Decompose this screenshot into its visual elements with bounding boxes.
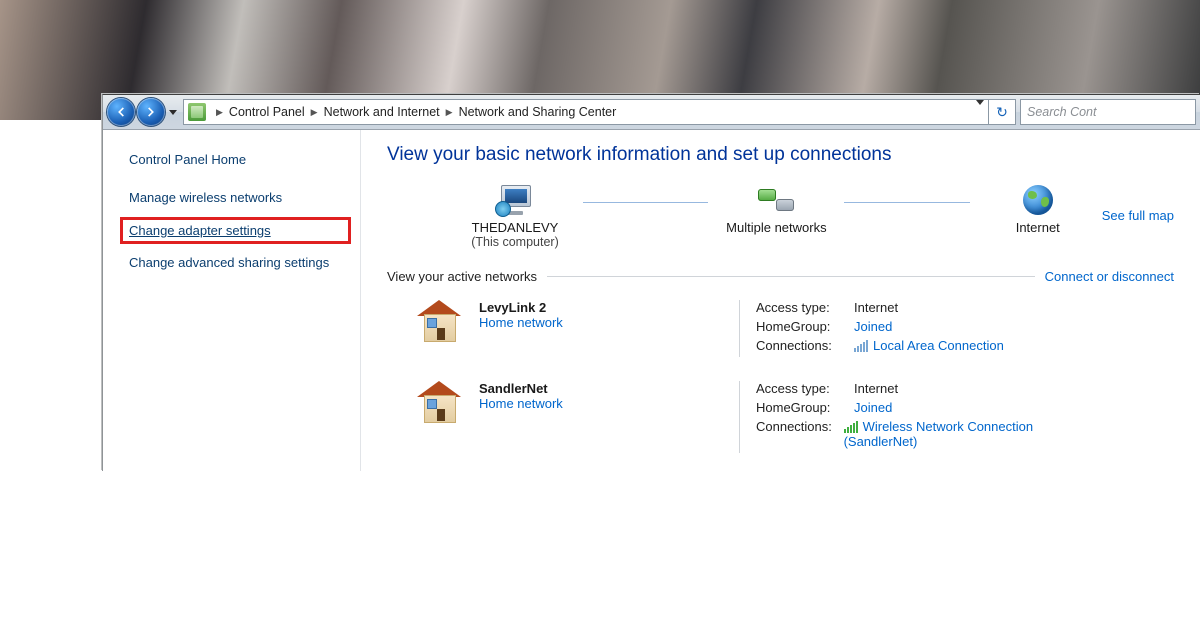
middle-label: Multiple networks	[726, 220, 826, 235]
control-panel-home-link[interactable]: Control Panel Home	[129, 152, 342, 167]
ethernet-signal-icon	[854, 340, 869, 352]
control-panel-icon	[188, 103, 206, 121]
access-type-value: Internet	[854, 381, 898, 396]
network-row: LevyLink 2 Home network Access type:Inte…	[387, 294, 1174, 375]
back-button[interactable]	[107, 98, 135, 126]
refresh-button[interactable]: ↻	[988, 100, 1015, 124]
computer-sublabel: (This computer)	[471, 235, 559, 249]
connection-line	[583, 202, 708, 205]
see-full-map-link[interactable]: See full map	[1102, 208, 1174, 223]
network-name: LevyLink 2	[479, 300, 739, 315]
network-sharing-center-window: ▶ Control Panel ▶ Network and Internet ▶…	[102, 94, 1200, 471]
connection-link[interactable]: Local Area Connection	[873, 338, 1004, 353]
nav-history-dropdown[interactable]	[167, 100, 179, 124]
breadcrumb-item[interactable]: Control Panel	[229, 105, 305, 119]
search-placeholder: Search Cont	[1027, 105, 1096, 119]
connection-link[interactable]: Wireless Network Connection (SandlerNet)	[844, 419, 1034, 449]
change-adapter-settings-link[interactable]: Change adapter settings	[129, 223, 271, 238]
change-advanced-sharing-link[interactable]: Change advanced sharing settings	[129, 255, 329, 270]
computer-icon	[497, 185, 533, 215]
network-type-link[interactable]: Home network	[479, 396, 563, 411]
highlighted-box: Change adapter settings	[120, 217, 351, 244]
toolbar: ▶ Control Panel ▶ Network and Internet ▶…	[103, 95, 1200, 130]
address-bar[interactable]: ▶ Control Panel ▶ Network and Internet ▶…	[183, 99, 1016, 125]
main-content: View your basic network information and …	[361, 130, 1200, 471]
homegroup-link[interactable]: Joined	[854, 319, 892, 334]
home-network-icon	[417, 300, 461, 340]
forward-button[interactable]	[137, 98, 165, 126]
homegroup-link[interactable]: Joined	[854, 400, 892, 415]
internet-label: Internet	[1016, 220, 1060, 235]
internet-icon	[1023, 185, 1053, 215]
breadcrumb-item[interactable]: Network and Internet	[324, 105, 440, 119]
computer-name: THEDANLEVY	[472, 220, 559, 235]
sidebar: Control Panel Home Manage wireless netwo…	[103, 130, 361, 471]
connect-disconnect-link[interactable]: Connect or disconnect	[1045, 269, 1174, 284]
active-networks-label: View your active networks	[387, 269, 537, 284]
wifi-signal-icon	[844, 421, 859, 433]
page-title: View your basic network information and …	[387, 144, 1174, 166]
connection-line	[844, 202, 969, 205]
manage-wireless-link[interactable]: Manage wireless networks	[129, 190, 282, 205]
network-name: SandlerNet	[479, 381, 739, 396]
network-map: THEDANLEVY (This computer) Multiple netw…	[387, 182, 1174, 249]
network-type-link[interactable]: Home network	[479, 315, 563, 330]
address-dropdown[interactable]	[972, 105, 988, 119]
breadcrumb-item[interactable]: Network and Sharing Center	[459, 105, 617, 119]
home-network-icon	[417, 381, 461, 421]
multiple-networks-icon	[758, 189, 794, 211]
search-input[interactable]: Search Cont	[1020, 99, 1196, 125]
access-type-value: Internet	[854, 300, 898, 315]
network-row: SandlerNet Home network Access type:Inte…	[387, 375, 1174, 471]
